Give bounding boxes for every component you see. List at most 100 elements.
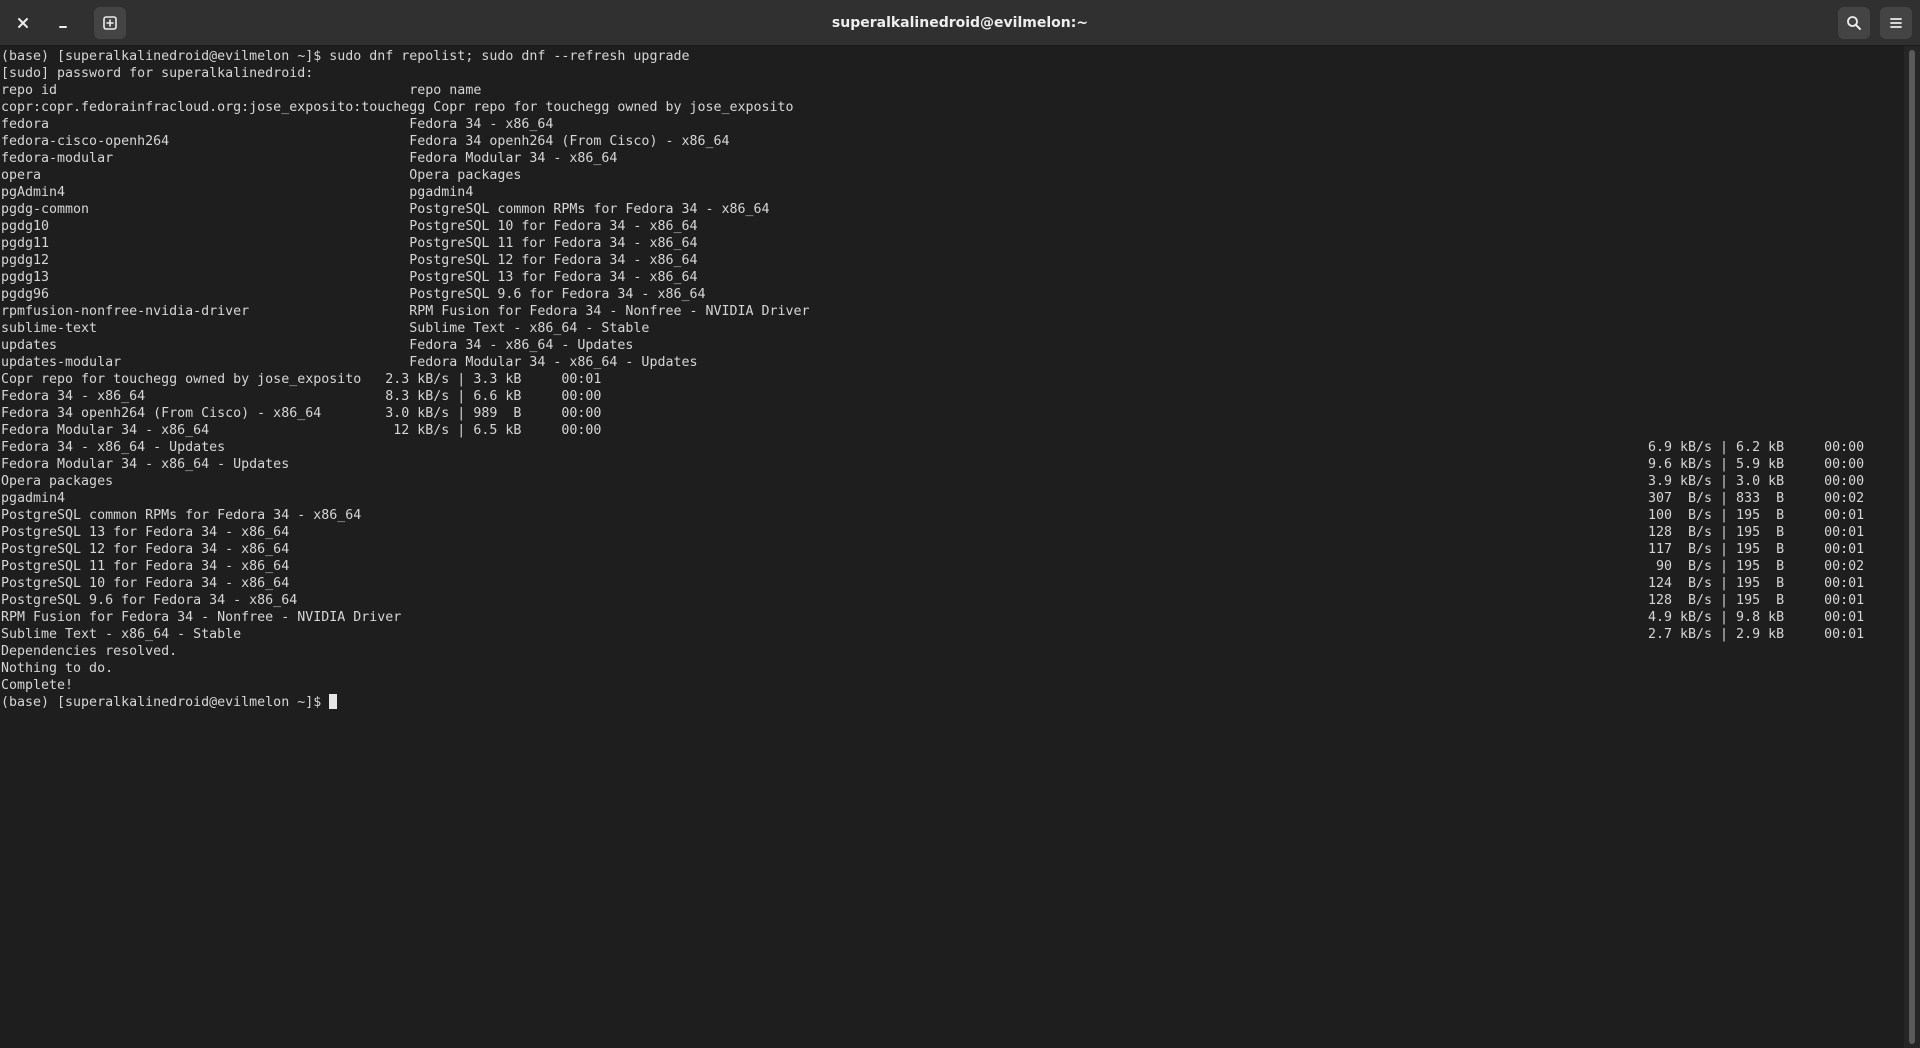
terminal-line-text: pgdg12 PostgreSQL 12 for Fedora 34 - x86… (1, 253, 698, 268)
terminal-line-text: updates Fedora 34 - x86_64 - Updates (1, 338, 634, 353)
terminal-line: Complete! (0, 677, 1904, 694)
terminal-line-text: Sublime Text - x86_64 - Stable (1, 627, 242, 642)
terminal-line-text: pgdg10 PostgreSQL 10 for Fedora 34 - x86… (1, 219, 698, 234)
terminal-line-text: Fedora 34 openh264 (From Cisco) - x86_64… (1, 406, 602, 421)
terminal-line: pgdg11 PostgreSQL 11 for Fedora 34 - x86… (0, 235, 1904, 252)
terminal-output[interactable]: (base) [superalkalinedroid@evilmelon ~]$… (0, 46, 1904, 1048)
terminal-line-text: Fedora Modular 34 - x86_64 - Updates (1, 457, 290, 472)
terminal-line-text: pgdg96 PostgreSQL 9.6 for Fedora 34 - x8… (1, 287, 706, 302)
terminal-line: Fedora Modular 34 - x86_64 - Updates 9.6 … (0, 456, 1904, 473)
close-icon (17, 17, 29, 29)
terminal-line-text: pgdg-common PostgreSQL common RPMs for F… (1, 202, 770, 217)
terminal-line-text: fedora-cisco-openh264 Fedora 34 openh264… (1, 134, 730, 149)
scrollbar-thumb[interactable] (1909, 50, 1915, 1044)
terminal-line-text: repo id repo name (1, 83, 482, 98)
text-cursor (329, 694, 338, 709)
terminal-line: Sublime Text - x86_64 - Stable 2.7 kB/s |… (0, 626, 1904, 643)
terminal-line: PostgreSQL 12 for Fedora 34 - x86_64 117 … (0, 541, 1904, 558)
terminal-line: PostgreSQL 10 for Fedora 34 - x86_64 124 … (0, 575, 1904, 592)
terminal-line: PostgreSQL 9.6 for Fedora 34 - x86_64 128… (0, 592, 1904, 609)
terminal-line: Dependencies resolved. (0, 643, 1904, 660)
terminal-line-stats: 124 B/s | 195 B 00:01 (1648, 576, 1865, 591)
terminal-line: pgdg13 PostgreSQL 13 for Fedora 34 - x86… (0, 269, 1904, 286)
terminal-line-text: copr:copr.fedorainfracloud.org:jose_expo… (1, 100, 794, 115)
terminal-line-text: fedora Fedora 34 - x86_64 (1, 117, 554, 132)
new-tab-button[interactable] (94, 7, 126, 39)
terminal-line-stats: 90 B/s | 195 B 00:02 (1648, 559, 1865, 574)
terminal-line-text: Dependencies resolved. (1, 644, 178, 659)
terminal-line: pgadmin4 307 B/s | 833 B 00:02 (0, 490, 1904, 507)
shell-prompt: (base) [superalkalinedroid@evilmelon ~]$ (1, 695, 330, 710)
terminal-line-text: Nothing to do. (1, 661, 114, 676)
terminal-line-text: updates-modular Fedora Modular 34 - x86_… (1, 355, 698, 370)
terminal-line-text: Copr repo for touchegg owned by jose_exp… (1, 372, 602, 387)
terminal-line: (base) [superalkalinedroid@evilmelon ~]$… (0, 48, 1904, 65)
terminal-line: fedora-modular Fedora Modular 34 - x86_6… (0, 150, 1904, 167)
terminal-line: Fedora 34 - x86_64 8.3 kB/s | 6.6 kB 00:… (0, 388, 1904, 405)
terminal-line-text: pgAdmin4 pgadmin4 (1, 185, 474, 200)
terminal-line-text: RPM Fusion for Fedora 34 - Nonfree - NVI… (1, 610, 402, 625)
terminal-line: repo id repo name (0, 82, 1904, 99)
terminal-line: pgdg-common PostgreSQL common RPMs for F… (0, 201, 1904, 218)
terminal-line: copr:copr.fedorainfracloud.org:jose_expo… (0, 99, 1904, 116)
terminal-line: Copr repo for touchegg owned by jose_exp… (0, 371, 1904, 388)
terminal-line-text: pgdg11 PostgreSQL 11 for Fedora 34 - x86… (1, 236, 698, 251)
terminal-line-text: Fedora 34 - x86_64 8.3 kB/s | 6.6 kB 00:… (1, 389, 602, 404)
terminal-line-text: fedora-modular Fedora Modular 34 - x86_6… (1, 151, 618, 166)
terminal-line: opera Opera packages (0, 167, 1904, 184)
terminal-line: updates Fedora 34 - x86_64 - Updates (0, 337, 1904, 354)
header-bar: superalkalinedroid@evilmelon:~ (0, 0, 1920, 46)
terminal-line-text: Fedora 34 - x86_64 - Updates (1, 440, 226, 455)
terminal-line-text: Opera packages (1, 474, 114, 489)
prompt-line[interactable]: (base) [superalkalinedroid@evilmelon ~]$ (0, 694, 1904, 711)
main-menu-button[interactable] (1880, 7, 1912, 39)
scrollbar[interactable] (1904, 46, 1920, 1048)
terminal-line-text: PostgreSQL 12 for Fedora 34 - x86_64 (1, 542, 290, 557)
terminal-line: pgdg12 PostgreSQL 12 for Fedora 34 - x86… (0, 252, 1904, 269)
terminal-line-text: PostgreSQL 10 for Fedora 34 - x86_64 (1, 576, 290, 591)
terminal-line: Fedora 34 openh264 (From Cisco) - x86_64… (0, 405, 1904, 422)
minimize-icon (57, 17, 69, 29)
terminal-line: [sudo] password for superalkalinedroid: (0, 65, 1904, 82)
terminal-line: RPM Fusion for Fedora 34 - Nonfree - NVI… (0, 609, 1904, 626)
terminal-line-text: pgdg13 PostgreSQL 13 for Fedora 34 - x86… (1, 270, 698, 285)
hamburger-menu-icon (1889, 16, 1903, 30)
terminal-line: pgdg10 PostgreSQL 10 for Fedora 34 - x86… (0, 218, 1904, 235)
close-button[interactable] (7, 7, 39, 39)
terminal-line-text: PostgreSQL common RPMs for Fedora 34 - x… (1, 508, 362, 523)
terminal-line: fedora-cisco-openh264 Fedora 34 openh264… (0, 133, 1904, 150)
new-tab-icon (102, 15, 118, 31)
terminal-line-text: pgadmin4 (1, 491, 66, 506)
terminal-line-text: Complete! (1, 678, 74, 693)
terminal-line-stats: 9.6 kB/s | 5.9 kB 00:00 (1648, 457, 1865, 472)
terminal-line: Nothing to do. (0, 660, 1904, 677)
terminal-line-stats: 117 B/s | 195 B 00:01 (1648, 542, 1865, 557)
window-title: superalkalinedroid@evilmelon:~ (831, 15, 1089, 31)
terminal-line-stats: 4.9 kB/s | 9.8 kB 00:01 (1648, 610, 1865, 625)
terminal-window: superalkalinedroid@evilmelon:~ (base) [s… (0, 0, 1920, 1048)
terminal-line: pgdg96 PostgreSQL 9.6 for Fedora 34 - x8… (0, 286, 1904, 303)
terminal-line: Opera packages 3.9 kB/s | 3.0 kB 00:00 (0, 473, 1904, 490)
terminal-line-text: PostgreSQL 11 for Fedora 34 - x86_64 (1, 559, 290, 574)
terminal-line: fedora Fedora 34 - x86_64 (0, 116, 1904, 133)
terminal-line: Fedora 34 - x86_64 - Updates 6.9 kB/s | 6… (0, 439, 1904, 456)
search-icon (1846, 15, 1862, 31)
minimize-button[interactable] (47, 7, 79, 39)
terminal-line-text: PostgreSQL 9.6 for Fedora 34 - x86_64 (1, 593, 298, 608)
terminal-line-stats: 6.9 kB/s | 6.2 kB 00:00 (1648, 440, 1865, 455)
terminal-line-stats: 3.9 kB/s | 3.0 kB 00:00 (1648, 474, 1865, 489)
terminal-line-text: Fedora Modular 34 - x86_64 12 kB/s | 6.5… (1, 423, 602, 438)
terminal-line: PostgreSQL 13 for Fedora 34 - x86_64 128 … (0, 524, 1904, 541)
terminal-line-text: (base) [superalkalinedroid@evilmelon ~]$… (1, 49, 690, 64)
search-button[interactable] (1838, 7, 1870, 39)
terminal-line: rpmfusion-nonfree-nvidia-driver RPM Fusi… (0, 303, 1904, 320)
terminal-line: pgAdmin4 pgadmin4 (0, 184, 1904, 201)
terminal-line: Fedora Modular 34 - x86_64 12 kB/s | 6.5… (0, 422, 1904, 439)
terminal-line-stats: 2.7 kB/s | 2.9 kB 00:01 (1648, 627, 1865, 642)
terminal-line-text: [sudo] password for superalkalinedroid: (1, 66, 314, 81)
terminal-line-stats: 100 B/s | 195 B 00:01 (1648, 508, 1865, 523)
terminal-line-text: opera Opera packages (1, 168, 522, 183)
terminal-line-stats: 128 B/s | 195 B 00:01 (1648, 593, 1865, 608)
terminal-line-text: sublime-text Sublime Text - x86_64 - Sta… (1, 321, 650, 336)
terminal-line-text: rpmfusion-nonfree-nvidia-driver RPM Fusi… (1, 304, 810, 319)
